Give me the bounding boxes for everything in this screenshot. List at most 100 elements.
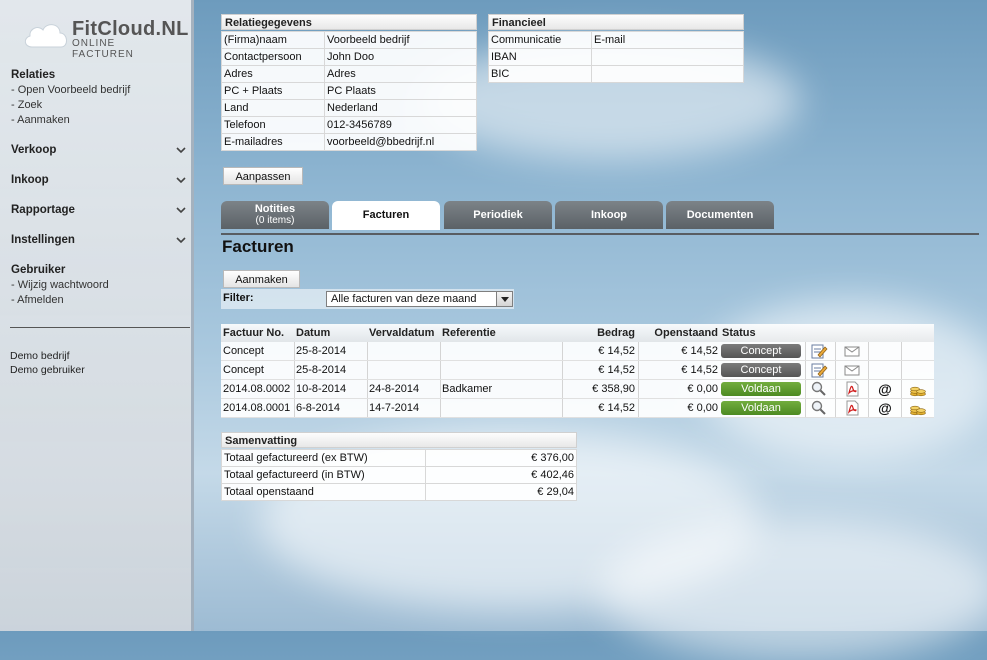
status-badge: Voldaan: [721, 401, 801, 415]
financieel-table: Communicatie E-mail IBAN BIC: [488, 31, 744, 83]
relatie-label: PC + Plaats: [221, 82, 325, 100]
sidebar-divider: [10, 327, 190, 328]
cell-factuur-no: Concept: [223, 364, 264, 376]
relatie-title: Relatiegegevens: [221, 14, 477, 30]
pdf-icon[interactable]: [843, 400, 861, 416]
relatie-value: Voorbeeld bedrijf: [324, 31, 477, 49]
relatie-table: (Firma)naam Voorbeeld bedrijf Contactpers…: [221, 31, 477, 151]
footer-user: Demo gebruiker: [10, 364, 85, 376]
sidebar-link-wijzig-wachtwoord[interactable]: - Wijzig wachtwoord: [11, 278, 189, 293]
table-row[interactable]: Concept 25-8-2014 € 14,52 € 14,52 Concep…: [221, 361, 934, 380]
col-referentie: Referentie: [442, 327, 496, 339]
aanmaken-factuur-button[interactable]: Aanmaken: [223, 270, 300, 288]
coins-icon[interactable]: [909, 381, 927, 397]
table-row[interactable]: 2014.08.0001 6-8-2014 14-7-2014 € 14,52 …: [221, 399, 934, 418]
sidebar-link-afmelden[interactable]: - Afmelden: [11, 293, 189, 308]
aanpassen-button[interactable]: Aanpassen: [223, 167, 303, 185]
edit-icon[interactable]: [810, 343, 828, 359]
sidebar: FitCloud.NL ONLINE FACTUREN Relaties - O…: [0, 0, 194, 631]
cell-datum: 25-8-2014: [296, 364, 347, 376]
cell-openstaand: € 0,00: [687, 402, 718, 414]
tab-inkoop[interactable]: Inkoop: [555, 201, 663, 229]
cell-openstaand: € 0,00: [687, 383, 718, 395]
relatie-value: Adres: [324, 65, 477, 83]
cell-openstaand: € 14,52: [681, 364, 718, 376]
relatie-label: Land: [221, 99, 325, 117]
cell-factuur-no: 2014.08.0002: [223, 383, 291, 395]
tab-notities[interactable]: Notities (0 items): [221, 201, 329, 229]
tab-underline: [221, 233, 979, 235]
pdf-icon[interactable]: [843, 381, 861, 397]
magnifier-icon[interactable]: [810, 381, 828, 397]
cell-bedrag: € 358,90: [592, 383, 635, 395]
at-email-icon[interactable]: @: [876, 400, 894, 416]
table-row[interactable]: Concept 25-8-2014 € 14,52 € 14,52 Concep…: [221, 342, 934, 361]
cloud-logo-icon: [24, 24, 67, 48]
sidebar-heading-relaties: Relaties: [11, 69, 56, 81]
samenvatting-title: Samenvatting: [221, 432, 577, 448]
col-factuur-no: Factuur No.: [223, 327, 285, 339]
sidebar-menu-rapportage[interactable]: Rapportage: [11, 203, 189, 218]
dropdown-arrow-icon[interactable]: [496, 292, 512, 306]
cell-factuur-no: Concept: [223, 345, 264, 357]
status-badge: Concept: [721, 344, 801, 358]
samenvatting-label: Totaal openstaand: [221, 483, 426, 501]
sidebar-gebruiker: Gebruiker - Wijzig wachtwoord - Afmelden: [11, 263, 189, 308]
financieel-label: IBAN: [488, 48, 592, 66]
mail-icon[interactable]: [843, 343, 861, 359]
samenvatting-value: € 29,04: [425, 483, 577, 501]
magnifier-icon[interactable]: [810, 400, 828, 416]
sidebar-link-open-bedrijf[interactable]: - Open Voorbeeld bedrijf: [11, 83, 189, 98]
sidebar-menu-verkoop[interactable]: Verkoop: [11, 143, 189, 158]
financieel-value: [591, 65, 744, 83]
chevron-down-icon: [176, 207, 186, 214]
sidebar-menu-inkoop-label: Inkoop: [11, 174, 49, 186]
cell-datum: 6-8-2014: [296, 402, 341, 414]
relatie-label: E-mailadres: [221, 133, 325, 151]
financieel-title: Financieel: [488, 14, 744, 30]
samenvatting-value: € 376,00: [425, 449, 577, 467]
col-openstaand: Openstaand: [654, 327, 718, 339]
mail-icon[interactable]: [843, 362, 861, 378]
sidebar-menu-rapportage-label: Rapportage: [11, 204, 75, 216]
col-status: Status: [722, 327, 756, 339]
sidebar-link-zoek[interactable]: - Zoek: [11, 98, 189, 113]
logo[interactable]: FitCloud.NL ONLINE FACTUREN: [20, 18, 188, 60]
at-email-icon[interactable]: @: [876, 381, 894, 397]
filter-select[interactable]: Alle facturen van deze maand: [326, 291, 513, 307]
relatie-label: Adres: [221, 65, 325, 83]
cell-openstaand: € 14,52: [681, 345, 718, 357]
samenvatting-label: Totaal gefactureerd (ex BTW): [221, 449, 426, 467]
coins-icon[interactable]: [909, 400, 927, 416]
chevron-down-icon: [176, 177, 186, 184]
cell-vervaldatum: 24-8-2014: [369, 383, 420, 395]
sidebar-link-aanmaken[interactable]: - Aanmaken: [11, 113, 189, 128]
sidebar-footer: Demo bedrijf Demo gebruiker: [10, 349, 85, 377]
edit-icon[interactable]: [810, 362, 828, 378]
cell-bedrag: € 14,52: [598, 364, 635, 376]
tab-documenten[interactable]: Documenten: [666, 201, 774, 229]
sidebar-menu-instellingen[interactable]: Instellingen: [11, 233, 189, 248]
cell-factuur-no: 2014.08.0001: [223, 402, 291, 414]
chevron-down-icon: [176, 147, 186, 154]
sidebar-relaties: Relaties - Open Voorbeeld bedrijf - Zoek…: [11, 68, 189, 128]
financieel-label: BIC: [488, 65, 592, 83]
table-row[interactable]: 2014.08.0002 10-8-2014 24-8-2014 Badkame…: [221, 380, 934, 399]
tab-facturen[interactable]: Facturen: [332, 201, 440, 230]
col-bedrag: Bedrag: [597, 327, 635, 339]
filter-select-value: Alle facturen van deze maand: [331, 293, 477, 305]
relatie-value: voorbeeld@bbedrijf.nl: [324, 133, 477, 151]
cell-referentie: Badkamer: [442, 383, 493, 395]
col-datum: Datum: [296, 327, 331, 339]
footer-company: Demo bedrijf: [10, 350, 70, 362]
tab-periodiek[interactable]: Periodiek: [444, 201, 552, 229]
sidebar-menu-inkoop[interactable]: Inkoop: [11, 173, 189, 188]
relatie-value: Nederland: [324, 99, 477, 117]
page-title: Facturen: [222, 237, 294, 256]
col-vervaldatum: Vervaldatum: [369, 327, 435, 339]
cell-datum: 25-8-2014: [296, 345, 347, 357]
financieel-value: E-mail: [591, 31, 744, 49]
tab-notities-count: (0 items): [255, 215, 295, 226]
status-badge: Voldaan: [721, 382, 801, 396]
sidebar-heading-gebruiker: Gebruiker: [11, 264, 66, 276]
